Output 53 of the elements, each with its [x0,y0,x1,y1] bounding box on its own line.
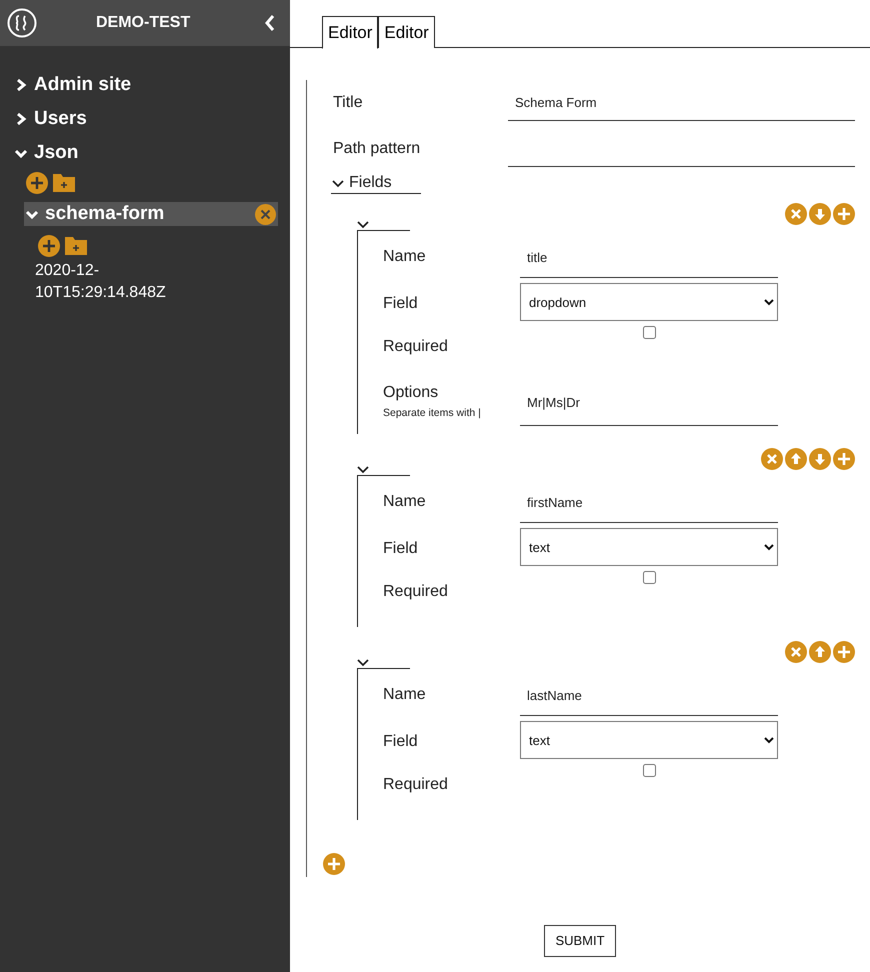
field-label: Required [383,337,449,357]
field-label: Name [383,247,427,267]
submit-button[interactable]: SUBMIT [544,925,616,957]
field-label: Name [383,492,427,512]
tree-item[interactable]: schema-form [24,202,278,226]
remove-circle-icon[interactable] [255,204,276,224]
required-checkbox[interactable] [642,764,656,777]
logo-icon [7,8,37,38]
type-dropdown[interactable]: text [520,721,778,759]
field-label: Path pattern [333,139,422,159]
text-input[interactable]: title [520,238,778,278]
field-label: Field [383,539,419,559]
tab[interactable]: Editor [322,16,378,49]
field-label: Name [383,685,427,705]
add-circle-icon[interactable] [38,235,60,257]
text-input[interactable]: Schema Form [508,85,855,121]
add-circle-icon[interactable] [833,641,855,663]
field-label: Required [383,775,449,795]
add-circle-icon[interactable] [26,172,48,194]
text-input[interactable]: lastName [520,676,778,716]
field-label: Required [383,582,449,602]
type-dropdown[interactable]: text [520,528,778,566]
remove-circle-icon[interactable] [785,641,807,663]
move-up-icon[interactable] [785,448,807,470]
folder-plus-icon[interactable] [52,173,76,193]
text-input[interactable]: firstName [520,483,778,523]
required-checkbox[interactable] [642,571,656,584]
section-label[interactable]: Fields [349,170,392,194]
move-down-icon[interactable] [809,203,831,225]
required-checkbox[interactable] [642,326,656,339]
chevron-right-icon[interactable] [14,112,28,126]
app-title: DEMO-TEST [96,13,190,33]
tab[interactable]: Editor [378,16,435,48]
move-up-icon[interactable] [809,641,831,663]
type-dropdown[interactable]: dropdown [520,283,778,321]
nav-item[interactable]: Admin site [34,70,132,100]
field-label: Options [383,383,440,403]
field-label: Field [383,732,419,752]
field-label: Field [383,294,419,314]
field-label: Title [333,93,364,113]
add-circle-icon[interactable] [833,203,855,225]
remove-circle-icon[interactable] [785,203,807,225]
nav-item[interactable]: Users [34,104,87,134]
move-down-icon[interactable] [809,448,831,470]
chevron-right-icon[interactable] [14,78,28,92]
tree-leaf[interactable]: 2020-12-10T15:29:14.848Z [35,260,185,304]
nav-item[interactable]: Json [34,138,78,168]
hint-text: Separate items with | [383,406,482,421]
add-circle-icon[interactable] [323,853,345,875]
remove-circle-icon[interactable] [761,448,783,470]
text-input[interactable]: Mr|Ms|Dr [520,380,778,426]
folder-plus-icon[interactable] [64,236,88,256]
add-circle-icon[interactable] [833,448,855,470]
